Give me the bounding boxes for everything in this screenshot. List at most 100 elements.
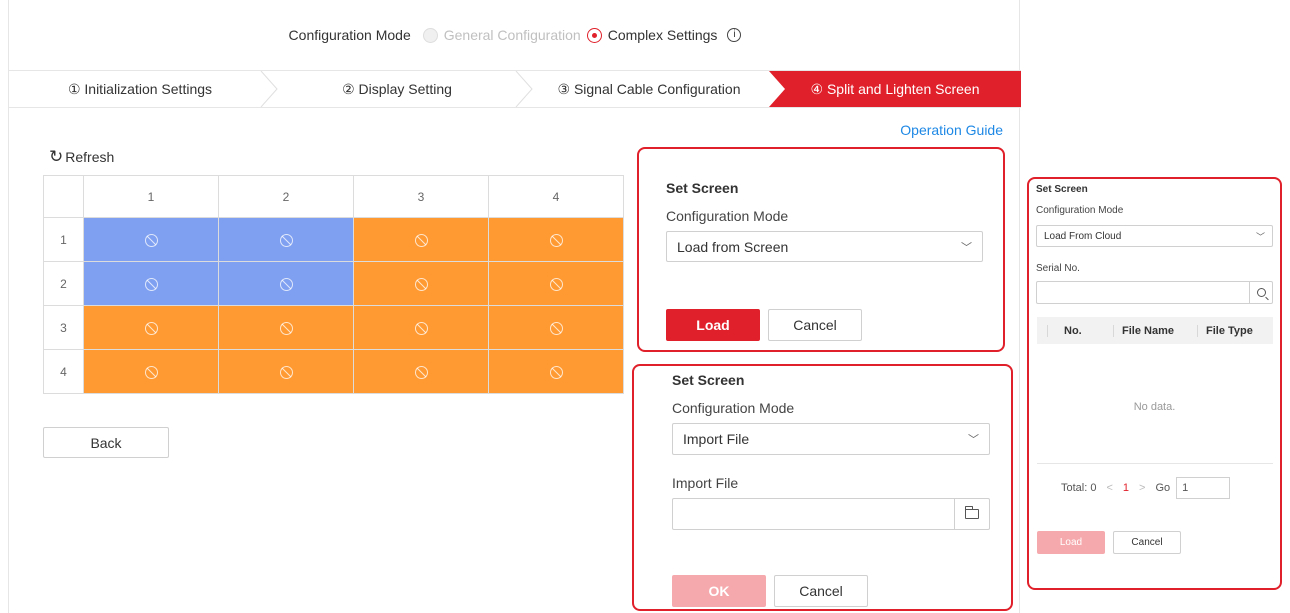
load-button[interactable]: Load	[1037, 531, 1105, 554]
import-file-input[interactable]	[672, 498, 990, 530]
disabled-icon	[279, 321, 293, 335]
chevron-left-icon[interactable]: <	[1106, 482, 1112, 494]
configuration-mode-label: Configuration Mode	[666, 208, 789, 224]
grid-cell[interactable]	[353, 261, 489, 306]
step-label: ④ Split and Lighten Screen	[810, 81, 980, 97]
grid-header-row: 1 2 3 4	[43, 175, 624, 218]
select-value: Load from Screen	[677, 238, 789, 255]
set-screen-panel-load-from-screen: Set Screen Configuration Mode Load from …	[637, 147, 1005, 352]
file-table-header: No. File Name File Type	[1037, 317, 1273, 344]
no-data-text: No data.	[1133, 401, 1176, 413]
disabled-icon	[414, 365, 428, 379]
disabled-icon	[549, 277, 563, 291]
grid-cell[interactable]	[218, 305, 354, 350]
grid-cell[interactable]	[353, 305, 489, 350]
radio-complex-label: Complex Settings	[607, 27, 718, 43]
grid-row: 3	[43, 305, 624, 350]
step-arrow-icon	[769, 71, 785, 107]
disabled-icon	[144, 321, 158, 335]
step-label: ③ Signal Cable Configuration	[557, 81, 741, 97]
serial-no-label: Serial No.	[1036, 263, 1080, 274]
browse-button[interactable]	[954, 499, 989, 529]
refresh-label: Refresh	[65, 149, 115, 165]
import-file-label: Import File	[672, 475, 739, 491]
step-label: ② Display Setting	[342, 81, 452, 97]
radio-general-configuration: General Configuration	[422, 27, 581, 43]
refresh-icon: ↻	[49, 147, 64, 166]
grid-cell[interactable]	[353, 217, 489, 262]
search-icon	[1256, 288, 1266, 297]
serial-no-input[interactable]	[1036, 281, 1273, 304]
back-button[interactable]: Back	[43, 427, 169, 458]
step-split-lighten-screen[interactable]: ④ Split and Lighten Screen	[769, 71, 1021, 107]
radio-complex-settings[interactable]: Complex Settings	[586, 27, 718, 43]
configuration-mode-select[interactable]: Load from Screen ﹀	[666, 231, 983, 262]
panel-title: Set Screen	[672, 372, 745, 388]
grid-cell[interactable]	[83, 261, 219, 306]
set-screen-panel-load-from-cloud: Set Screen Configuration Mode Load From …	[1027, 177, 1282, 590]
step-display-setting[interactable]: ② Display Setting	[277, 71, 517, 107]
ok-button[interactable]: OK	[672, 575, 766, 607]
folder-icon	[965, 506, 979, 519]
current-page[interactable]: 1	[1123, 482, 1129, 494]
radio-general-label: General Configuration	[443, 27, 581, 43]
disabled-icon	[549, 365, 563, 379]
column-header-no: No.	[1047, 324, 1113, 337]
search-button[interactable]	[1249, 282, 1272, 303]
grid-row-header: 3	[43, 305, 84, 350]
cancel-button[interactable]: Cancel	[774, 575, 868, 607]
configuration-mode-bar: Configuration Mode General Configuration…	[9, 0, 1021, 70]
total-count: Total: 0	[1061, 482, 1097, 494]
grid-cell[interactable]	[83, 217, 219, 262]
configuration-mode-select[interactable]: Import File ﹀	[672, 423, 990, 455]
panel-title: Set Screen	[666, 180, 739, 196]
grid-cell[interactable]	[353, 349, 489, 394]
grid-col-header: 3	[353, 175, 489, 218]
step-signal-cable[interactable]: ③ Signal Cable Configuration	[529, 71, 769, 107]
grid-row: 2	[43, 261, 624, 306]
chevron-down-icon: ﹀	[1255, 231, 1265, 242]
cancel-button[interactable]: Cancel	[768, 309, 862, 341]
screen-grid: 1 2 3 4 1 2 3 4	[43, 175, 624, 394]
disabled-icon	[549, 321, 563, 335]
disabled-icon	[414, 321, 428, 335]
info-icon[interactable]: i	[727, 28, 742, 42]
go-page-input[interactable]: 1	[1176, 477, 1231, 499]
chevron-right-icon[interactable]: >	[1139, 482, 1145, 494]
column-header-file-name: File Name	[1113, 324, 1197, 337]
configuration-mode-label: Configuration Mode	[288, 27, 411, 43]
grid-cell[interactable]	[488, 261, 624, 306]
grid-row: 4	[43, 349, 624, 394]
disabled-icon	[144, 233, 158, 247]
disabled-icon	[279, 365, 293, 379]
grid-cell[interactable]	[488, 217, 624, 262]
grid-cell[interactable]	[218, 261, 354, 306]
load-button[interactable]: Load	[666, 309, 760, 341]
chevron-down-icon: ﹀	[968, 434, 979, 446]
step-bar: ① Initialization Settings ② Display Sett…	[9, 70, 1021, 108]
operation-guide-link[interactable]: Operation Guide	[900, 122, 1003, 138]
cancel-button[interactable]: Cancel	[1113, 531, 1181, 554]
go-label: Go	[1155, 482, 1171, 494]
grid-cell[interactable]	[488, 305, 624, 350]
grid-cell[interactable]	[488, 349, 624, 394]
step-initialization[interactable]: ① Initialization Settings	[9, 71, 271, 107]
configuration-mode-label: Configuration Mode	[672, 400, 795, 416]
disabled-icon	[144, 277, 158, 291]
refresh-button[interactable]: ↻ Refresh	[49, 147, 114, 167]
select-value: Load From Cloud	[1044, 230, 1122, 242]
disabled-icon	[414, 233, 428, 247]
grid-cell[interactable]	[83, 305, 219, 350]
grid-col-header: 4	[488, 175, 624, 218]
configuration-mode-label: Configuration Mode	[1036, 205, 1124, 216]
grid-cell[interactable]	[83, 349, 219, 394]
grid-cell[interactable]	[218, 217, 354, 262]
grid-cell[interactable]	[218, 349, 354, 394]
configuration-mode-select[interactable]: Load From Cloud ﹀	[1036, 225, 1273, 247]
radio-dot-icon	[422, 27, 438, 43]
grid-row-header: 1	[43, 217, 84, 262]
disabled-icon	[279, 277, 293, 291]
disabled-icon	[144, 365, 158, 379]
select-value: Import File	[683, 431, 750, 447]
grid-row: 1	[43, 217, 624, 262]
